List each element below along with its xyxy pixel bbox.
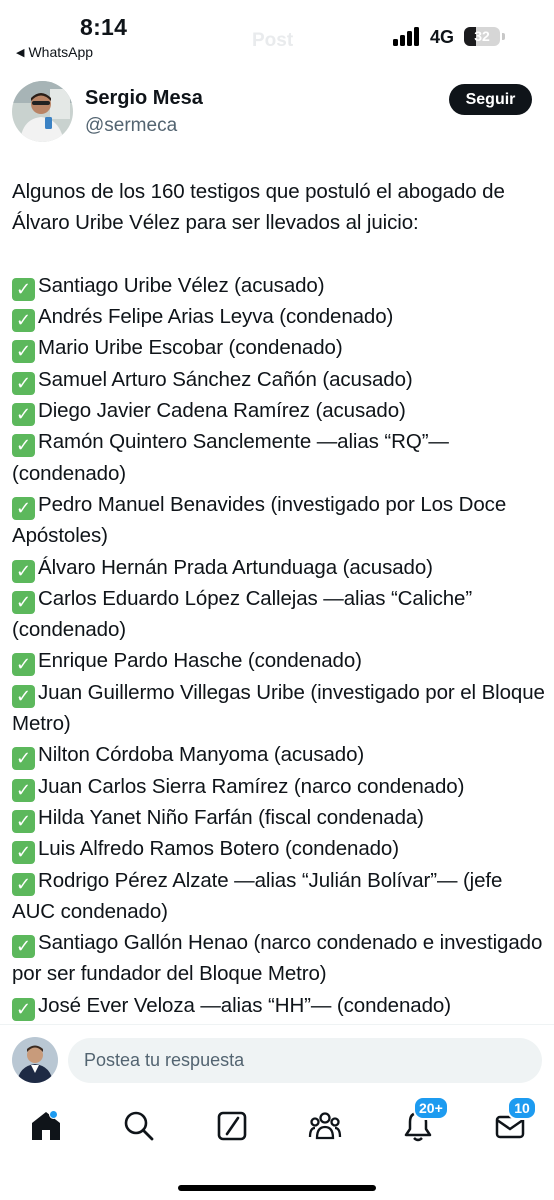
status-bar: 8:14 ◀ WhatsApp Post 4G 32 (0, 0, 554, 66)
witness-text: Ramón Quintero Sanclemente —alias “RQ”— … (12, 430, 449, 485)
check-mark-icon: ✓ (12, 559, 35, 583)
witness-list: ✓ Santiago Uribe Vélez (acusado) ✓ Andrés F… (12, 270, 547, 1021)
reply-bar (0, 1024, 554, 1097)
home-icon (32, 1112, 60, 1140)
search-icon (124, 1111, 154, 1141)
author-handle[interactable]: @sermeca (85, 115, 177, 137)
check-mark-icon: ✓ (12, 371, 35, 395)
battery-level: 32 (474, 28, 490, 44)
post-intro: Algunos de los 160 testigos que postuló … (12, 180, 505, 235)
communities-icon (308, 1112, 342, 1140)
header-title: Post (252, 30, 294, 51)
home-unread-dot (49, 1110, 58, 1119)
nav-communities[interactable] (307, 1108, 343, 1144)
check-mark-icon: ✓ (12, 277, 35, 301)
current-user-avatar-image (12, 1037, 58, 1083)
witness-text: Álvaro Hernán Prada Artunduaga (acusado) (38, 555, 433, 579)
witness-item: ✓ Nilton Córdoba Manyoma (acusado) (12, 739, 547, 771)
witness-item: ✓ Pedro Manuel Benavides (investigado por… (12, 489, 547, 552)
grok-icon (217, 1111, 247, 1141)
check-mark-icon: ✓ (12, 872, 35, 896)
battery-icon: 32 (464, 27, 500, 46)
check-mark-icon: ✓ (12, 590, 35, 614)
witness-text: Santiago Uribe Vélez (acusado) (38, 273, 325, 297)
check-mark-icon: ✓ (12, 434, 35, 458)
witness-text: Samuel Arturo Sánchez Cañón (acusado) (38, 367, 413, 391)
witness-item: ✓ Juan Carlos Sierra Ramírez (narco conde… (12, 771, 547, 802)
witness-item: ✓ Diego Javier Cadena Ramírez (acusado) (12, 395, 547, 427)
witness-text: José Ever Veloza —alias “HH”— (condenado… (38, 993, 451, 1017)
author-avatar[interactable] (12, 81, 73, 142)
home-indicator (178, 1185, 376, 1191)
witness-item: ✓ Luis Alfredo Ramos Botero (condenado) (12, 833, 547, 865)
check-mark-icon: ✓ (12, 309, 35, 333)
author-display-name[interactable]: Sergio Mesa (85, 87, 203, 110)
witness-item: ✓ Ramón Quintero Sanclemente —alias “RQ”—… (12, 426, 547, 489)
network-type: 4G (430, 27, 455, 47)
back-arrow-icon: ◀ (16, 46, 25, 59)
witness-item: ✓ Hilda Yanet Niño Farfán (fiscal condena… (12, 802, 547, 833)
witness-text: Mario Uribe Escobar (condenado) (38, 336, 343, 360)
check-mark-icon: ✓ (12, 684, 35, 708)
witness-item: ✓ Juan Guillermo Villegas Uribe (investig… (12, 677, 547, 740)
witness-text: Diego Javier Cadena Ramírez (acusado) (38, 399, 406, 423)
check-mark-icon: ✓ (12, 747, 35, 771)
witness-item: ✓ Carlos Eduardo López Callejas —alias “C… (12, 583, 547, 646)
check-mark-icon: ✓ (12, 809, 35, 833)
witness-item: ✓ Mario Uribe Escobar (condenado) (12, 332, 547, 364)
witness-text: Rodrigo Pérez Alzate —alias “Julián Bolí… (12, 868, 503, 923)
check-mark-icon: ✓ (12, 403, 35, 427)
check-mark-icon: ✓ (12, 340, 35, 364)
witness-item: ✓ Rodrigo Pérez Alzate —alias “Julián Bol… (12, 865, 547, 928)
witness-text: Santiago Gallón Henao (narco condenado e… (12, 931, 543, 986)
witness-text: Nilton Córdoba Manyoma (acusado) (38, 743, 365, 767)
status-time: 8:14 (80, 14, 128, 40)
check-mark-icon: ✓ (12, 935, 35, 959)
witness-text: Juan Carlos Sierra Ramírez (narco conden… (38, 774, 465, 798)
current-user-avatar[interactable] (12, 1037, 58, 1083)
nav-grok[interactable] (214, 1108, 250, 1144)
witness-text: Andrés Felipe Arias Leyva (condenado) (38, 305, 394, 329)
nav-home[interactable] (28, 1108, 64, 1144)
witness-text: Enrique Pardo Hasche (condenado) (38, 649, 362, 673)
witness-item: ✓ Álvaro Hernán Prada Artunduaga (acusado… (12, 552, 547, 583)
witness-text: Juan Guillermo Villegas Uribe (investiga… (12, 680, 545, 736)
check-mark-icon: ✓ (12, 778, 35, 802)
check-mark-icon: ✓ (12, 841, 35, 865)
nav-search[interactable] (121, 1108, 157, 1144)
witness-item: ✓ Santiago Gallón Henao (narco condenado … (12, 927, 547, 990)
witness-item: ✓ Samuel Arturo Sánchez Cañón (acusado) (12, 364, 547, 395)
check-mark-icon: ✓ (12, 997, 35, 1021)
follow-button[interactable]: Seguir (449, 84, 532, 115)
witness-item: ✓ Enrique Pardo Hasche (condenado) (12, 645, 547, 677)
witness-item: ✓ Santiago Uribe Vélez (acusado) (12, 270, 547, 301)
witness-item: ✓ José Ever Veloza —alias “HH”— (condenad… (12, 990, 547, 1021)
messages-badge: 10 (507, 1096, 537, 1120)
battery-tip (502, 33, 505, 40)
check-mark-icon: ✓ (12, 653, 35, 677)
reply-input[interactable] (68, 1038, 542, 1083)
back-app-label: WhatsApp (28, 44, 94, 60)
author-avatar-image (12, 81, 73, 142)
witness-text: Carlos Eduardo López Callejas —alias “Ca… (12, 586, 473, 642)
witness-text: Pedro Manuel Benavides (investigado por … (12, 492, 507, 548)
cellular-signal-icon (393, 27, 421, 46)
back-to-app-link[interactable]: ◀ WhatsApp (16, 44, 93, 60)
witness-item: ✓ Andrés Felipe Arias Leyva (condenado) (12, 301, 547, 333)
post-text: Algunos de los 160 testigos que postuló … (12, 176, 547, 1021)
witness-text: Hilda Yanet Niño Farfán (fiscal condenad… (38, 805, 424, 829)
notifications-badge: 20+ (413, 1096, 449, 1120)
check-mark-icon: ✓ (12, 496, 35, 520)
witness-text: Luis Alfredo Ramos Botero (condenado) (38, 837, 399, 861)
